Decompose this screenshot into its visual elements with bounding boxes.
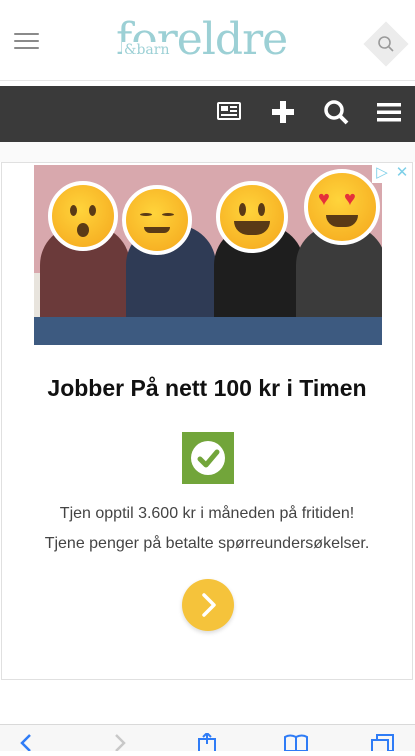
content-emoji-icon <box>122 185 192 255</box>
search-icon <box>378 36 394 52</box>
tabs-icon[interactable] <box>370 733 396 756</box>
logo-subtext: &barn <box>122 42 172 58</box>
plus-icon[interactable] <box>270 99 298 127</box>
bookmarks-icon[interactable] <box>283 733 309 752</box>
advertisement[interactable]: ♥ ♥ ▷ ✕ Jobber På nett 100 kr i Timen Tj… <box>1 162 413 680</box>
site-header: foreldre &barn <box>0 0 415 81</box>
search-button[interactable] <box>363 21 409 67</box>
ad-badges: ▷ ✕ <box>372 163 412 183</box>
share-icon[interactable] <box>195 731 221 754</box>
ad-cta-button[interactable] <box>182 579 234 631</box>
ad-title[interactable]: Jobber På nett 100 kr i Timen <box>2 375 412 402</box>
menu-icon[interactable] <box>14 33 39 49</box>
logo-text: foreldre <box>116 14 288 65</box>
ad-info-icon[interactable]: ▷ <box>372 163 392 183</box>
search-icon[interactable] <box>323 99 351 127</box>
surprised-emoji-icon <box>48 181 118 251</box>
dark-toolbar <box>0 86 415 142</box>
menu-icon[interactable] <box>376 99 404 127</box>
forward-icon[interactable] <box>110 733 136 752</box>
chevron-right-icon <box>202 593 216 617</box>
site-logo[interactable]: foreldre &barn <box>116 14 288 66</box>
check-icon <box>182 432 234 484</box>
back-icon[interactable] <box>16 733 42 752</box>
newspaper-icon[interactable] <box>216 99 244 127</box>
ad-description-line1: Tjen opptil 3.600 kr i måneden på fritid… <box>59 505 355 522</box>
ad-description-line2: Tjene penger på betalte spørreundersøkel… <box>44 535 370 552</box>
heart-eyes-emoji-icon: ♥ ♥ <box>304 169 380 245</box>
grinning-emoji-icon <box>216 181 288 253</box>
browser-toolbar <box>0 724 415 756</box>
ad-image[interactable]: ♥ ♥ <box>34 165 382 345</box>
ad-close-icon[interactable]: ✕ <box>392 163 412 183</box>
spacer <box>0 142 415 162</box>
